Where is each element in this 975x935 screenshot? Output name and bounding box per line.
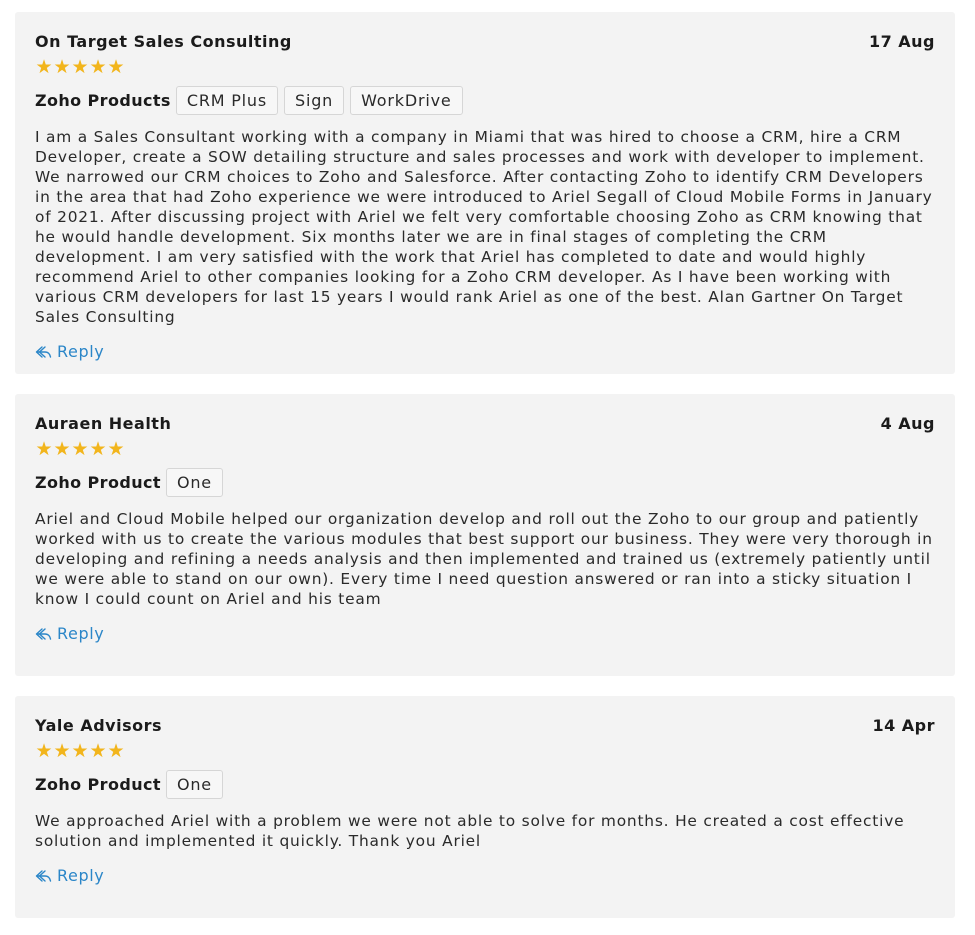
- star-icon: ★: [35, 56, 53, 78]
- product-tag: WorkDrive: [350, 85, 463, 115]
- star-rating: ★ ★ ★ ★ ★: [35, 58, 935, 78]
- star-icon: ★: [107, 438, 125, 460]
- star-icon: ★: [35, 740, 53, 762]
- star-icon: ★: [53, 438, 71, 460]
- star-rating: ★ ★ ★ ★ ★: [35, 742, 935, 762]
- products-row: Zoho Product One: [35, 466, 935, 498]
- product-tag: Sign: [284, 85, 345, 115]
- reply-button[interactable]: Reply: [35, 624, 110, 643]
- star-icon: ★: [107, 740, 125, 762]
- review-date: 4 Aug: [880, 414, 935, 433]
- star-icon: ★: [71, 438, 89, 460]
- review-card: Yale Advisors 14 Apr ★ ★ ★ ★ ★ Zoho Prod…: [15, 696, 955, 918]
- review-header: Yale Advisors 14 Apr: [35, 696, 935, 735]
- products-row: Zoho Products CRM Plus Sign WorkDrive: [35, 84, 935, 116]
- star-icon: ★: [53, 740, 71, 762]
- reply-label: Reply: [57, 342, 105, 361]
- review-date: 17 Aug: [868, 32, 935, 51]
- reply-arrow-icon: [35, 869, 52, 882]
- reply-arrow-icon: [35, 345, 52, 358]
- reviewer-name: On Target Sales Consulting: [35, 32, 292, 51]
- products-label: Zoho Product: [35, 774, 161, 794]
- reply-label: Reply: [57, 866, 105, 885]
- review-date: 14 Apr: [872, 716, 935, 735]
- review-text: I am a Sales Consultant working with a c…: [35, 128, 933, 326]
- star-icon: ★: [107, 56, 125, 78]
- review-card: Auraen Health 4 Aug ★ ★ ★ ★ ★ Zoho Produ…: [15, 394, 955, 676]
- review-text: We approached Ariel with a problem we we…: [35, 812, 905, 850]
- reply-button[interactable]: Reply: [35, 342, 110, 361]
- reply-arrow-icon: [35, 627, 52, 640]
- product-tag: One: [165, 769, 223, 799]
- star-icon: ★: [35, 438, 53, 460]
- product-tag: CRM Plus: [175, 85, 279, 115]
- star-icon: ★: [89, 56, 107, 78]
- star-icon: ★: [71, 740, 89, 762]
- products-label: Zoho Product: [35, 472, 161, 492]
- reviewer-name: Yale Advisors: [35, 716, 162, 735]
- review-card: On Target Sales Consulting 17 Aug ★ ★ ★ …: [15, 12, 955, 374]
- reply-label: Reply: [57, 624, 105, 643]
- products-row: Zoho Product One: [35, 768, 935, 800]
- star-icon: ★: [89, 438, 107, 460]
- review-text: Ariel and Cloud Mobile helped our organi…: [35, 510, 933, 608]
- review-header: On Target Sales Consulting 17 Aug: [35, 12, 935, 51]
- products-label: Zoho Products: [35, 90, 171, 110]
- star-icon: ★: [71, 56, 89, 78]
- reviewer-name: Auraen Health: [35, 414, 172, 433]
- review-header: Auraen Health 4 Aug: [35, 394, 935, 433]
- star-rating: ★ ★ ★ ★ ★: [35, 440, 935, 460]
- product-tag: One: [165, 467, 223, 497]
- star-icon: ★: [89, 740, 107, 762]
- star-icon: ★: [53, 56, 71, 78]
- reply-button[interactable]: Reply: [35, 866, 110, 885]
